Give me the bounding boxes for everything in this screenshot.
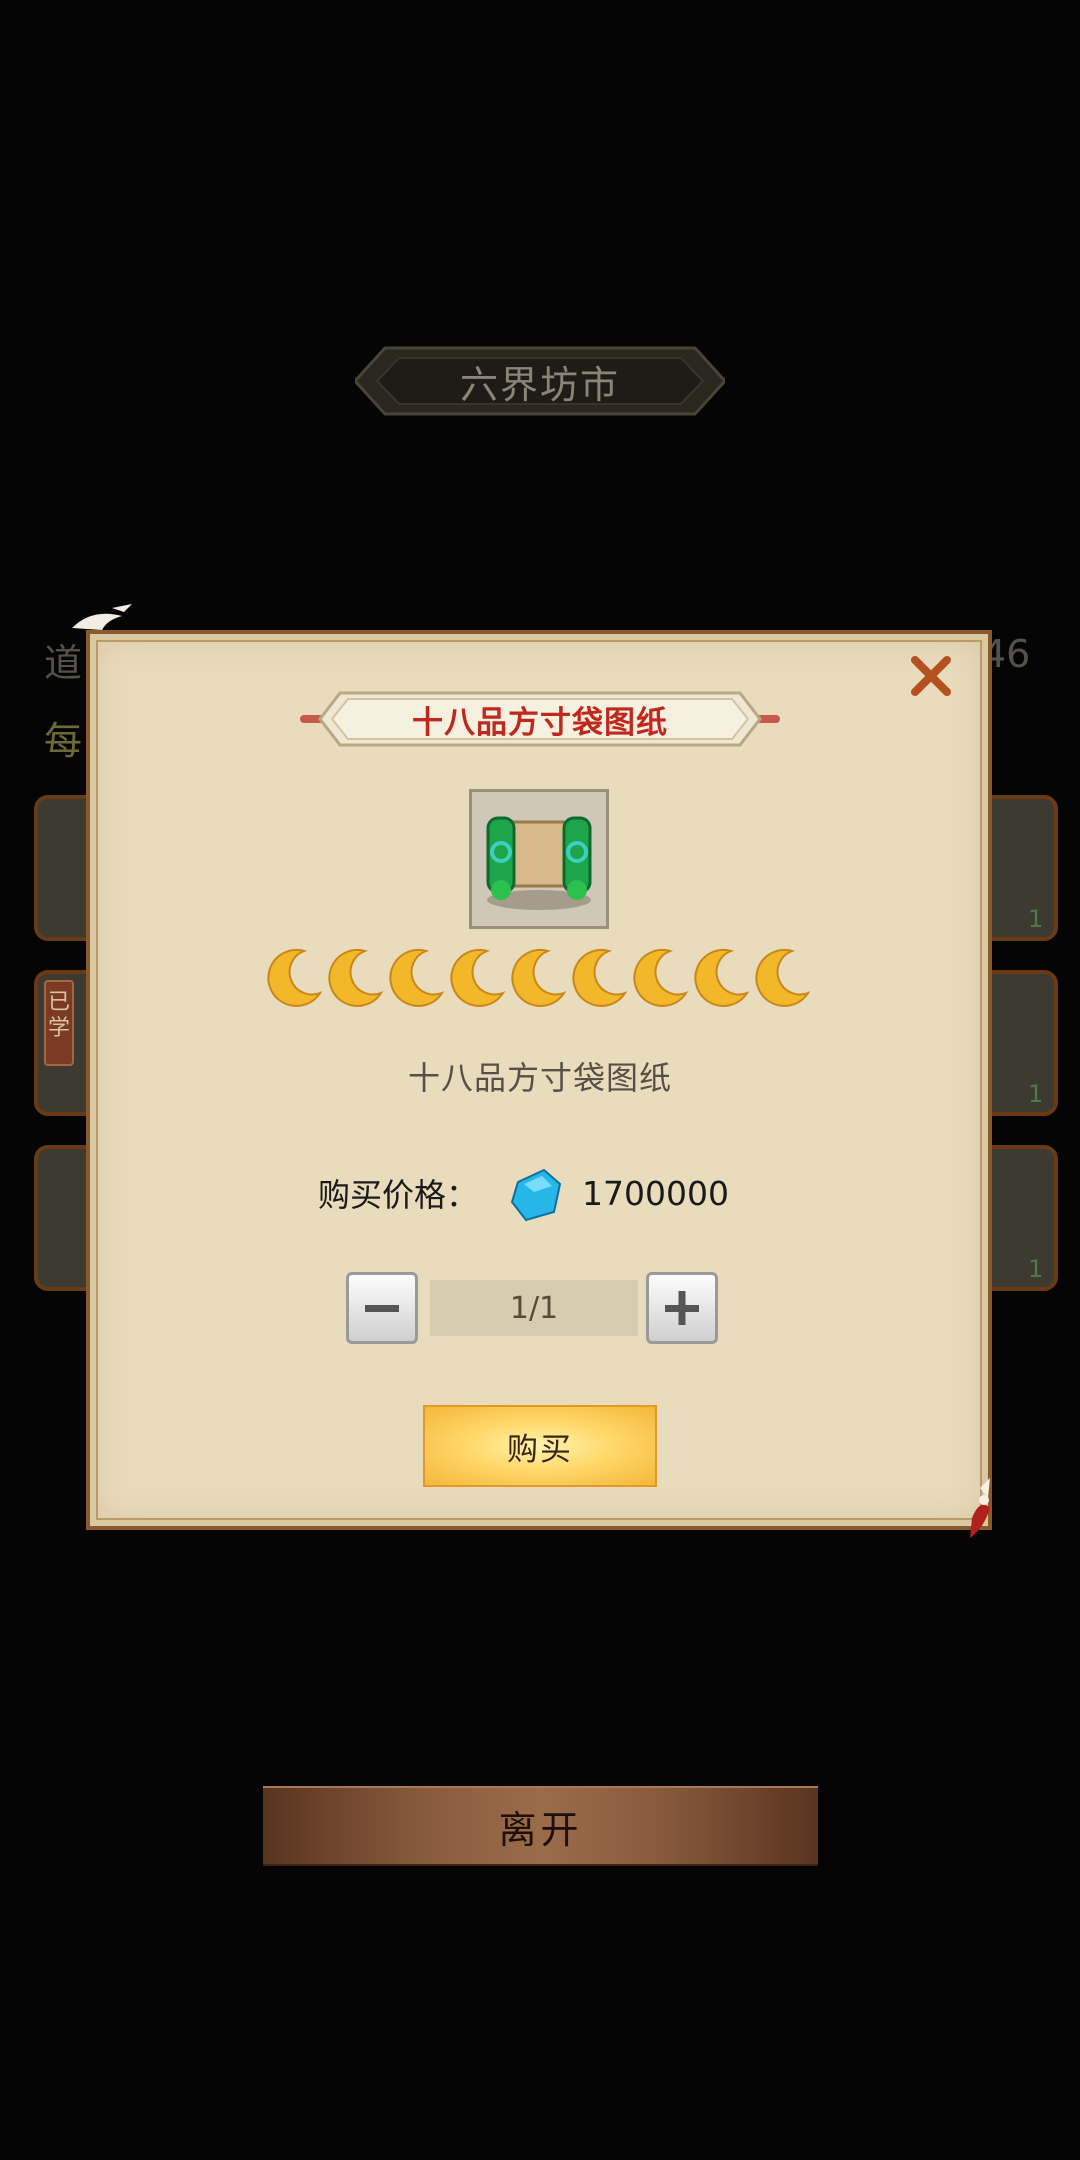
close-icon[interactable] <box>905 650 957 702</box>
crescent-moon-icon <box>389 948 445 1007</box>
slot-count: 1 <box>1028 1080 1044 1108</box>
crescent-moon-icon <box>267 948 323 1007</box>
crescent-moon-icon <box>694 948 750 1007</box>
price-label: 购买价格： <box>318 1176 479 1214</box>
corner-fairy-icon <box>970 1478 990 1538</box>
increase-quantity-button[interactable] <box>646 1272 718 1344</box>
bg-label-daily: 每 <box>44 719 83 763</box>
crescent-moon-icon <box>755 948 811 1007</box>
slot-count: 1 <box>1028 905 1044 933</box>
blue-crystal-icon <box>510 1168 562 1222</box>
minus-icon <box>365 1305 399 1312</box>
shop-title: 六界坊市 <box>459 362 620 407</box>
crescent-moon-icon <box>328 948 384 1007</box>
leave-button[interactable]: 离开 <box>263 1786 818 1866</box>
quantity-field[interactable]: 1/1 <box>430 1280 638 1336</box>
slot-count: 1 <box>1028 1255 1044 1283</box>
learned-badge: 已学 <box>44 980 74 1066</box>
crescent-moon-icon <box>511 948 567 1007</box>
decrease-quantity-button[interactable] <box>346 1272 418 1344</box>
corner-crane-icon <box>72 604 132 630</box>
item-icon-frame[interactable] <box>469 789 609 929</box>
plus-icon <box>665 1291 699 1325</box>
price-value: 1700000 <box>582 1173 729 1213</box>
crescent-moon-icon <box>572 948 628 1007</box>
blueprint-scroll-icon <box>486 816 592 910</box>
item-name: 十八品方寸袋图纸 <box>407 1059 672 1097</box>
rating-stars <box>267 948 811 1007</box>
dialog-title: 十八品方寸袋图纸 <box>412 704 668 741</box>
crescent-moon-icon <box>450 948 506 1007</box>
buy-button[interactable]: 购买 <box>423 1405 657 1487</box>
bg-label-item: 道 <box>44 641 83 685</box>
crescent-moon-icon <box>633 948 689 1007</box>
